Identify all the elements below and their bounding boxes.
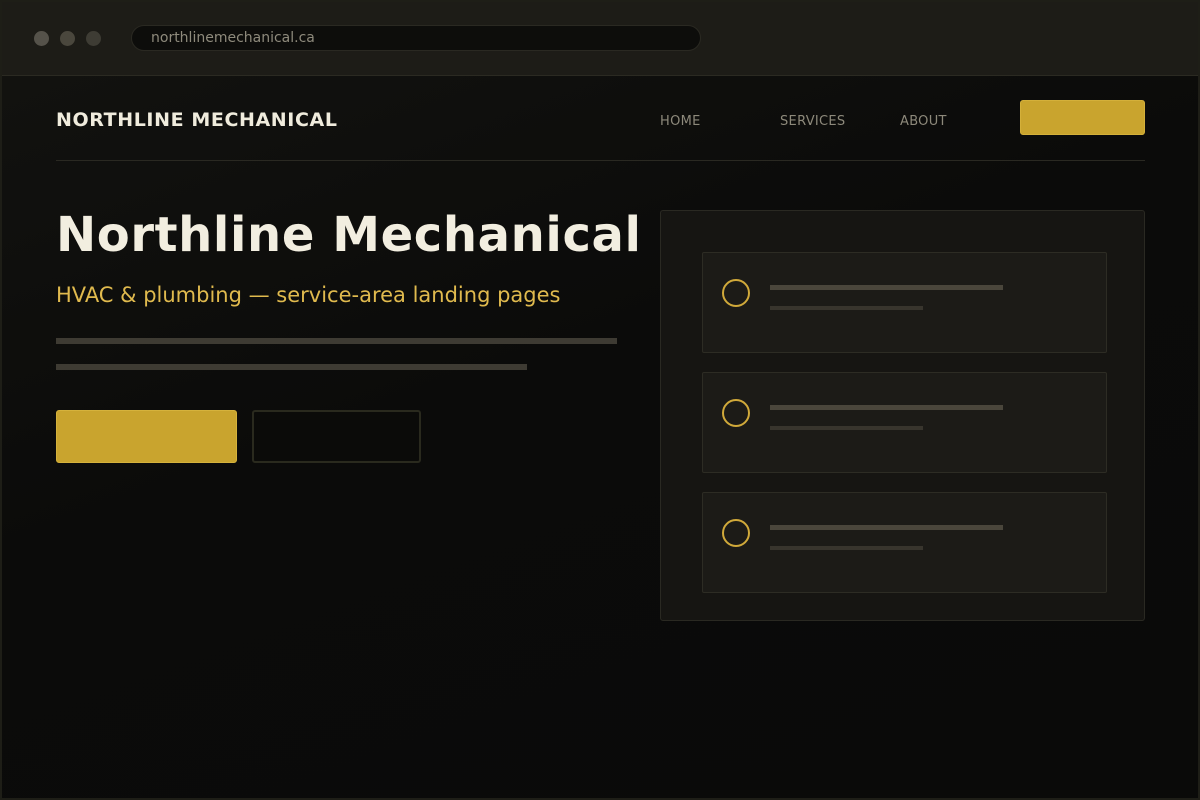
browser-chrome: northlinemechanical.ca — [2, 2, 1198, 76]
card-title-placeholder — [770, 525, 1003, 530]
hero-primary-button[interactable] — [56, 410, 237, 463]
nav-link-home[interactable]: HOME — [660, 114, 701, 129]
service-card[interactable] — [702, 372, 1107, 473]
hero-text-placeholder-line — [56, 364, 527, 370]
nav-link-services[interactable]: SERVICES — [780, 114, 845, 129]
card-title-placeholder — [770, 405, 1003, 410]
window-maximize-dot[interactable] — [86, 31, 101, 46]
hero-text-placeholder-line — [56, 338, 617, 344]
circle-icon — [722, 279, 750, 307]
browser-window: northlinemechanical.ca NORTHLINE MECHANI… — [0, 0, 1200, 800]
circle-icon — [722, 399, 750, 427]
hero-subtitle: HVAC & plumbing — service-area landing p… — [56, 283, 561, 307]
card-title-placeholder — [770, 285, 1003, 290]
services-panel — [660, 210, 1145, 621]
service-card[interactable] — [702, 492, 1107, 593]
nav-cta-button[interactable] — [1020, 100, 1145, 135]
card-text-placeholder — [770, 426, 923, 430]
nav-link-about[interactable]: ABOUT — [900, 114, 947, 129]
card-text-placeholder — [770, 546, 923, 550]
address-bar[interactable]: northlinemechanical.ca — [131, 25, 701, 51]
hero-secondary-button[interactable] — [252, 410, 421, 463]
circle-icon — [722, 519, 750, 547]
window-close-dot[interactable] — [34, 31, 49, 46]
hero-title: Northline Mechanical — [56, 207, 642, 263]
window-minimize-dot[interactable] — [60, 31, 75, 46]
nav-divider — [56, 160, 1145, 161]
site-brand[interactable]: NORTHLINE MECHANICAL — [56, 109, 338, 131]
service-card[interactable] — [702, 252, 1107, 353]
card-text-placeholder — [770, 306, 923, 310]
